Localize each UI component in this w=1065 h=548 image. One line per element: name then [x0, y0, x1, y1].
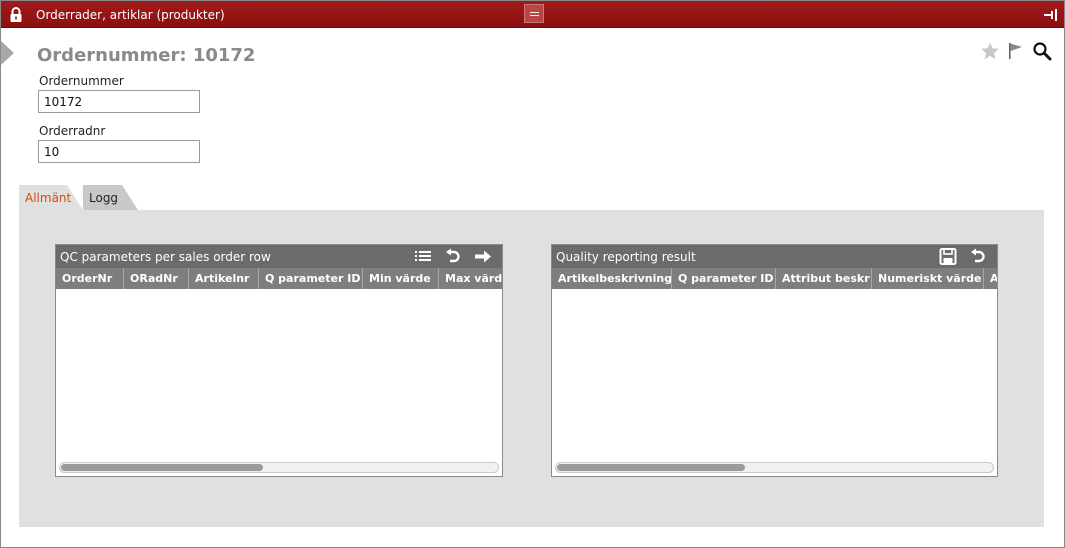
undo-icon[interactable]	[444, 248, 462, 265]
column-header[interactable]: Artikelnr	[189, 268, 259, 289]
qc-parameters-panel: QC parameters per sales order row OrderN…	[55, 244, 503, 477]
column-header[interactable]: Q parameter ID	[672, 268, 776, 289]
column-header[interactable]: OrderNr	[56, 268, 124, 289]
scrollbar-thumb[interactable]	[557, 464, 745, 471]
column-header[interactable]: Numeriskt värde	[872, 268, 984, 289]
save-icon[interactable]	[939, 248, 957, 265]
star-icon[interactable]	[980, 41, 1000, 61]
titlebar: Orderrader, artiklar (produkter)	[1, 1, 1064, 28]
ordernummer-input[interactable]	[38, 90, 200, 113]
list-icon[interactable]	[414, 248, 432, 265]
lock-icon[interactable]	[9, 7, 23, 22]
ordernummer-label: Ordernummer	[39, 74, 124, 88]
side-panel-toggle[interactable]	[1, 41, 14, 65]
qc-horizontal-scrollbar[interactable]	[59, 462, 499, 473]
qc-column-headers: OrderNr ORadNr Artikelnr Q parameter ID …	[56, 268, 502, 289]
drag-handle[interactable]	[524, 4, 544, 23]
header-actions	[980, 41, 1052, 61]
tab-allmant[interactable]: Allmänt	[19, 185, 83, 210]
qc-panel-title: QC parameters per sales order row	[60, 250, 271, 264]
search-icon[interactable]	[1032, 41, 1052, 61]
column-header[interactable]: Max värde	[439, 268, 502, 289]
pin-icon[interactable]	[1044, 9, 1058, 21]
column-header[interactable]: Min värde	[363, 268, 439, 289]
orderradnr-input[interactable]	[38, 140, 200, 163]
column-header[interactable]: A	[984, 268, 997, 289]
qc-panel-header: QC parameters per sales order row	[56, 245, 502, 268]
window-title: Orderrader, artiklar (produkter)	[36, 8, 225, 22]
column-header[interactable]: Artikelbeskrivning	[552, 268, 672, 289]
column-header[interactable]: Q parameter ID	[259, 268, 363, 289]
quality-panel-title: Quality reporting result	[556, 250, 696, 264]
window: Orderrader, artiklar (produkter) Ordernu…	[0, 0, 1065, 548]
quality-column-headers: Artikelbeskrivning Q parameter ID Attrib…	[552, 268, 997, 289]
tab-logg[interactable]: Logg	[83, 185, 138, 210]
column-header[interactable]: Attribut beskr	[776, 268, 872, 289]
column-header[interactable]: ORadNr	[124, 268, 189, 289]
quality-horizontal-scrollbar[interactable]	[555, 462, 994, 473]
quality-reporting-panel: Quality reporting result Artikelbeskrivn…	[551, 244, 998, 477]
flag-icon[interactable]	[1006, 41, 1026, 61]
undo-icon[interactable]	[969, 248, 987, 265]
scrollbar-thumb[interactable]	[61, 464, 263, 471]
orderradnr-label: Orderradnr	[39, 124, 106, 138]
quality-panel-header: Quality reporting result	[552, 245, 997, 268]
page-title: Ordernummer: 10172	[37, 45, 256, 66]
arrow-right-icon[interactable]	[474, 248, 492, 265]
